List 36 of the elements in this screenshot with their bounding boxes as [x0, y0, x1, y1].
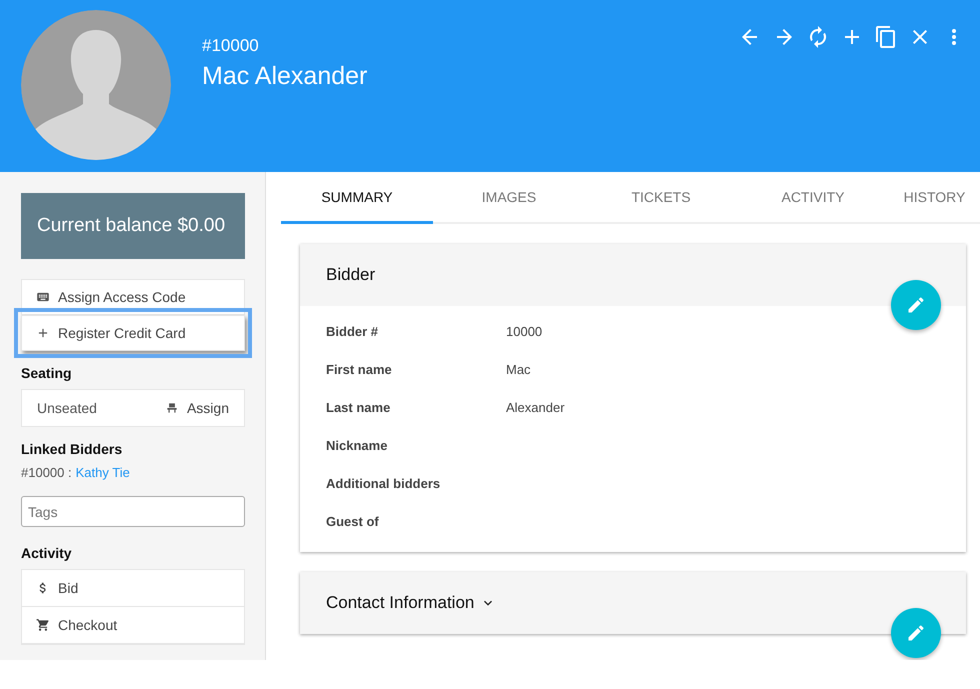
edit-button[interactable] [891, 280, 941, 330]
seat-icon [164, 401, 179, 415]
edit-button[interactable] [891, 608, 941, 658]
keyboard-icon [36, 290, 50, 304]
plus-icon [36, 326, 50, 340]
tab[interactable]: ACTIVITY [737, 172, 889, 224]
field-label: Bidder # [326, 324, 380, 338]
card-title: Contact Information [326, 593, 474, 613]
section-title: Activity [21, 545, 73, 561]
copy-icon[interactable] [874, 25, 898, 49]
field-label: Guest of [326, 514, 380, 528]
pencil-icon [906, 295, 926, 315]
section-title: Linked Bidders [21, 441, 124, 457]
field-value: Alexander [506, 400, 565, 414]
tab[interactable]: TICKETS [585, 172, 737, 224]
linked-bidder-number: #10000 : [21, 465, 72, 480]
field-value: 10000 [506, 324, 542, 338]
tags-field[interactable]: Tags [21, 496, 245, 527]
pencil-icon [906, 623, 926, 643]
field-label: Last name [326, 400, 392, 414]
field-value: Mac [506, 362, 531, 376]
cart-icon [36, 618, 50, 632]
tab[interactable]: IMAGES [433, 172, 585, 224]
tab[interactable]: HISTORY [889, 172, 980, 224]
seating-status: Unseated [37, 400, 97, 416]
action-button[interactable]: Assign Access Code [21, 279, 245, 315]
field-label: Nickname [326, 438, 388, 452]
field-label: Additional bidders [326, 476, 442, 490]
assign-button[interactable]: Assign [164, 400, 229, 416]
field-label: First name [326, 362, 393, 376]
section-title: Seating [21, 365, 73, 381]
bidder-name: Mac Alexander [202, 62, 368, 91]
balance-banner: Current balance $0.00 [21, 193, 245, 259]
bidder-number: #10000 [202, 36, 260, 56]
tab[interactable]: SUMMARY [281, 172, 433, 224]
card-title: Bidder [326, 265, 376, 285]
